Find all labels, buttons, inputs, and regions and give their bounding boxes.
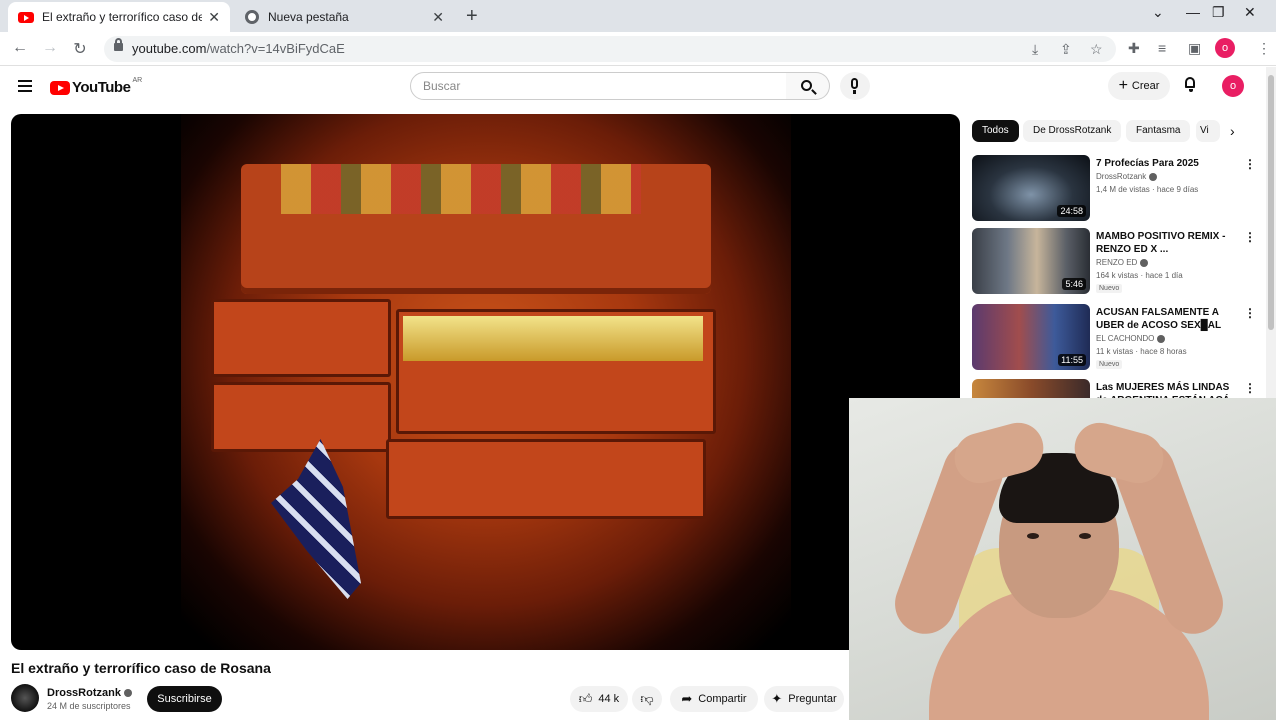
share-icon[interactable]: ⇪ [1060,41,1072,58]
window-close-button[interactable]: ✕ [1244,4,1256,21]
side-panel-icon[interactable]: ▣ [1188,40,1201,57]
close-icon[interactable]: ✕ [432,9,444,26]
browser-tab-bar: El extraño y terrorífico caso de Ro ✕ Nu… [0,0,1276,32]
notifications-bell-icon[interactable] [1184,77,1198,92]
youtube-masthead: YouTube AR +Crear o [0,67,1266,107]
video-thumbnail[interactable]: 5:46 [972,228,1090,294]
more-options-icon[interactable]: ⋮ [1244,157,1256,171]
recommendation-title[interactable]: 7 Profecías Para 2025 [1096,157,1236,170]
more-options-icon[interactable]: ⋮ [1244,306,1256,320]
forward-button[interactable]: → [40,39,60,57]
verified-icon [123,689,132,698]
minimize-button[interactable]: — [1186,4,1200,20]
chip-partial[interactable]: Vi [1196,120,1220,142]
channel-avatar[interactable] [11,684,39,712]
tab-title: El extraño y terrorífico caso de Ro [42,10,203,24]
recommendation-channel[interactable]: DrossRotzank [1096,172,1158,181]
share-button[interactable]: ➦ Compartir [670,686,758,712]
search-button[interactable] [786,72,830,100]
verified-icon [1157,334,1166,343]
thumbs-up-icon: 👍︎ [578,691,593,706]
more-options-icon[interactable]: ⋮ [1244,381,1256,395]
new-tab-button[interactable]: + [466,6,478,26]
chip-todos[interactable]: Todos [972,120,1019,142]
webcam-overlay [849,398,1276,720]
chip-channel[interactable]: De DrossRotzank [1023,120,1122,142]
youtube-icon [18,9,34,25]
youtube-logo[interactable]: YouTube AR [50,77,143,96]
chip-fantasma[interactable]: Fantasma [1126,120,1191,142]
lock-icon[interactable] [114,38,123,51]
chrome-icon [244,9,260,25]
more-options-icon[interactable]: ⋮ [1244,230,1256,244]
reload-button[interactable]: ↻ [70,39,90,59]
video-player[interactable] [11,114,960,650]
video-title: El extraño y terrorífico caso de Rosana [11,660,271,676]
thumbs-down-icon: 👎︎ [640,691,654,706]
youtube-account-avatar[interactable]: o [1222,75,1244,97]
search-box[interactable] [410,72,787,100]
recommendation-channel[interactable]: EL CACHONDO [1096,334,1166,343]
search-input[interactable] [423,79,773,93]
youtube-play-icon [50,80,70,95]
chevron-right-icon[interactable]: › [1230,123,1235,139]
recommendation-meta: 164 k vistas · hace 1 día [1096,271,1183,280]
recommendation-meta: 11 k vistas · hace 8 horas [1096,347,1187,356]
browser-profile-avatar[interactable]: o [1215,38,1235,58]
install-icon[interactable]: ⤓ [1032,41,1038,58]
voice-search-button[interactable] [840,72,870,100]
new-badge: Nuevo [1096,360,1123,369]
ask-button[interactable]: ✦ Preguntar [764,686,844,712]
recommendation-item[interactable]: 24:58 7 Profecías Para 2025 DrossRotzank… [972,155,1262,223]
tab-new-tab[interactable]: Nueva pestaña ✕ [234,2,454,32]
chrome-menu-icon[interactable]: ⋮ [1257,40,1271,57]
back-button[interactable]: ← [10,39,30,57]
share-arrow-icon: ➦ [681,691,693,706]
tab-youtube-video[interactable]: El extraño y terrorífico caso de Ro ✕ [8,2,230,32]
address-bar-row: ← → ↻ youtube.com/watch?v=14vBiFydCaE ⤓ … [0,32,1276,66]
omnibox[interactable]: youtube.com/watch?v=14vBiFydCaE ⤓ ⇪ ☆ [104,36,1116,62]
create-button[interactable]: + Crear [1108,72,1170,100]
url-text[interactable]: youtube.com/watch?v=14vBiFydCaE [132,41,345,56]
video-frame [181,114,791,650]
restore-button[interactable]: ❐ [1212,4,1225,21]
bookmark-star-icon[interactable]: ☆ [1090,41,1103,58]
tab-title: Nueva pestaña [268,10,349,24]
country-code: AR [132,77,143,84]
recommendation-title[interactable]: ACUSAN FALSAMENTE A UBER de ACOSO SEX█AL… [1096,306,1236,332]
channel-name[interactable]: DrossRotzank [47,687,132,699]
plus-icon: + [1118,77,1128,94]
recommendation-meta: 1,4 M de vistas · hace 9 días [1096,185,1199,194]
verified-icon [1149,172,1158,181]
recommendation-title[interactable]: MAMBO POSITIVO REMIX - RENZO ED X ... [1096,230,1236,256]
verified-icon [1140,258,1149,267]
menu-icon[interactable] [18,80,32,92]
recommendation-item[interactable]: 11:55 ACUSAN FALSAMENTE A UBER de ACOSO … [972,304,1262,372]
sparkle-icon: ✦ [771,691,783,706]
search-icon [801,80,812,91]
microphone-icon [851,78,858,94]
dislike-button[interactable]: 👎︎ [632,686,662,712]
recommendation-channel[interactable]: RENZO ED [1096,258,1149,267]
chevron-down-icon[interactable]: ⌄ [1152,4,1164,21]
recommendation-item[interactable]: 5:46 MAMBO POSITIVO REMIX - RENZO ED X .… [972,228,1262,296]
video-thumbnail[interactable]: 11:55 [972,304,1090,370]
subscriber-count: 24 M de suscriptores [47,701,131,711]
video-thumbnail[interactable]: 24:58 [972,155,1090,221]
extensions-icon[interactable]: ✚ [1128,40,1140,57]
like-button[interactable]: 👍︎ 44 k [570,686,628,712]
close-icon[interactable]: ✕ [208,9,220,26]
scrollbar-thumb[interactable] [1268,75,1274,330]
subscribe-button[interactable]: Suscribirse [147,686,222,712]
media-queue-icon[interactable]: ≡ [1158,40,1166,56]
new-badge: Nuevo [1096,284,1123,293]
